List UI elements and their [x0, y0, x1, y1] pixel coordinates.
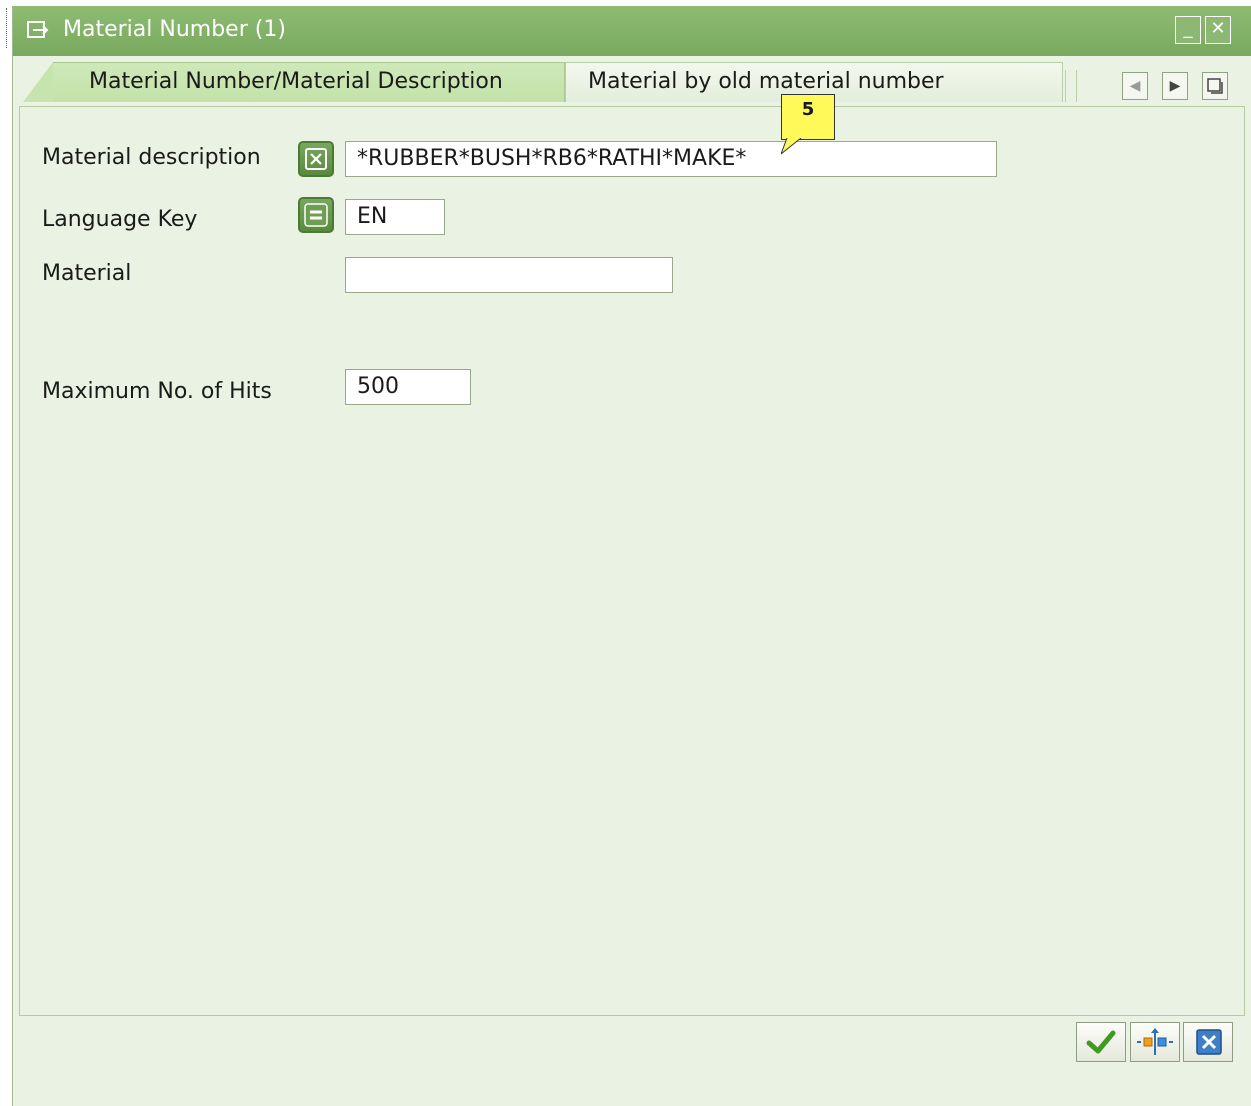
max-hits-label: Maximum No. of Hits	[42, 379, 272, 404]
tab-stack-indicator	[1065, 70, 1077, 102]
chevron-left-icon: ◀	[1129, 78, 1141, 94]
tab-list-button[interactable]	[1202, 72, 1228, 100]
search-form-panel: Material description *RUBBER*BUSH*RB6*RA…	[19, 106, 1245, 1016]
checkmark-icon	[1086, 1030, 1116, 1054]
close-icon: ✕	[1210, 18, 1226, 39]
dialog-footer	[13, 1016, 1251, 1106]
list-tabs-icon	[1207, 78, 1223, 94]
cancel-button[interactable]	[1183, 1022, 1233, 1062]
title-bar: Material Number (1) _ ✕	[13, 6, 1251, 56]
language-key-option-button[interactable]	[298, 197, 334, 233]
select-option-equals-icon	[304, 203, 328, 227]
dialog-window: Material Number (1) _ ✕ Material Number/…	[12, 6, 1251, 1106]
language-key-input[interactable]: EN	[345, 199, 445, 235]
material-input[interactable]	[345, 257, 673, 293]
select-option-pattern-icon	[305, 148, 327, 170]
dialog-icon	[27, 21, 49, 38]
callout-number: 5	[801, 99, 815, 120]
language-key-label: Language Key	[42, 207, 198, 232]
tab-scroll-left-button[interactable]: ◀	[1122, 72, 1148, 100]
max-hits-input[interactable]: 500	[345, 369, 471, 405]
tab-material-number-description[interactable]: Material Number/Material Description	[23, 62, 565, 102]
chevron-right-icon: ▶	[1169, 78, 1181, 94]
material-label: Material	[42, 261, 132, 286]
tab-label: Material by old material number	[588, 69, 944, 94]
material-description-label: Material description	[42, 145, 261, 170]
material-description-input[interactable]: *RUBBER*BUSH*RB6*RATHI*MAKE*	[345, 141, 997, 177]
window-edge-grip	[6, 8, 10, 48]
window-title: Material Number (1)	[63, 17, 286, 42]
tab-strip: Material Number/Material Description Mat…	[13, 56, 1251, 108]
continue-button[interactable]	[1076, 1022, 1126, 1062]
tab-scroll-right-button[interactable]: ▶	[1162, 72, 1188, 100]
tab-label: Material Number/Material Description	[89, 69, 503, 94]
close-window-button[interactable]: ✕	[1205, 16, 1231, 44]
minimize-button[interactable]: _	[1175, 16, 1201, 44]
multiple-selection-button[interactable]	[1130, 1022, 1180, 1062]
annotation-callout: 5	[781, 94, 835, 140]
multiple-selection-icon	[1137, 1028, 1173, 1055]
callout-tail	[781, 138, 802, 155]
minimize-icon: _	[1183, 18, 1193, 39]
cancel-x-icon	[1196, 1029, 1222, 1055]
material-description-option-button[interactable]	[298, 141, 334, 177]
